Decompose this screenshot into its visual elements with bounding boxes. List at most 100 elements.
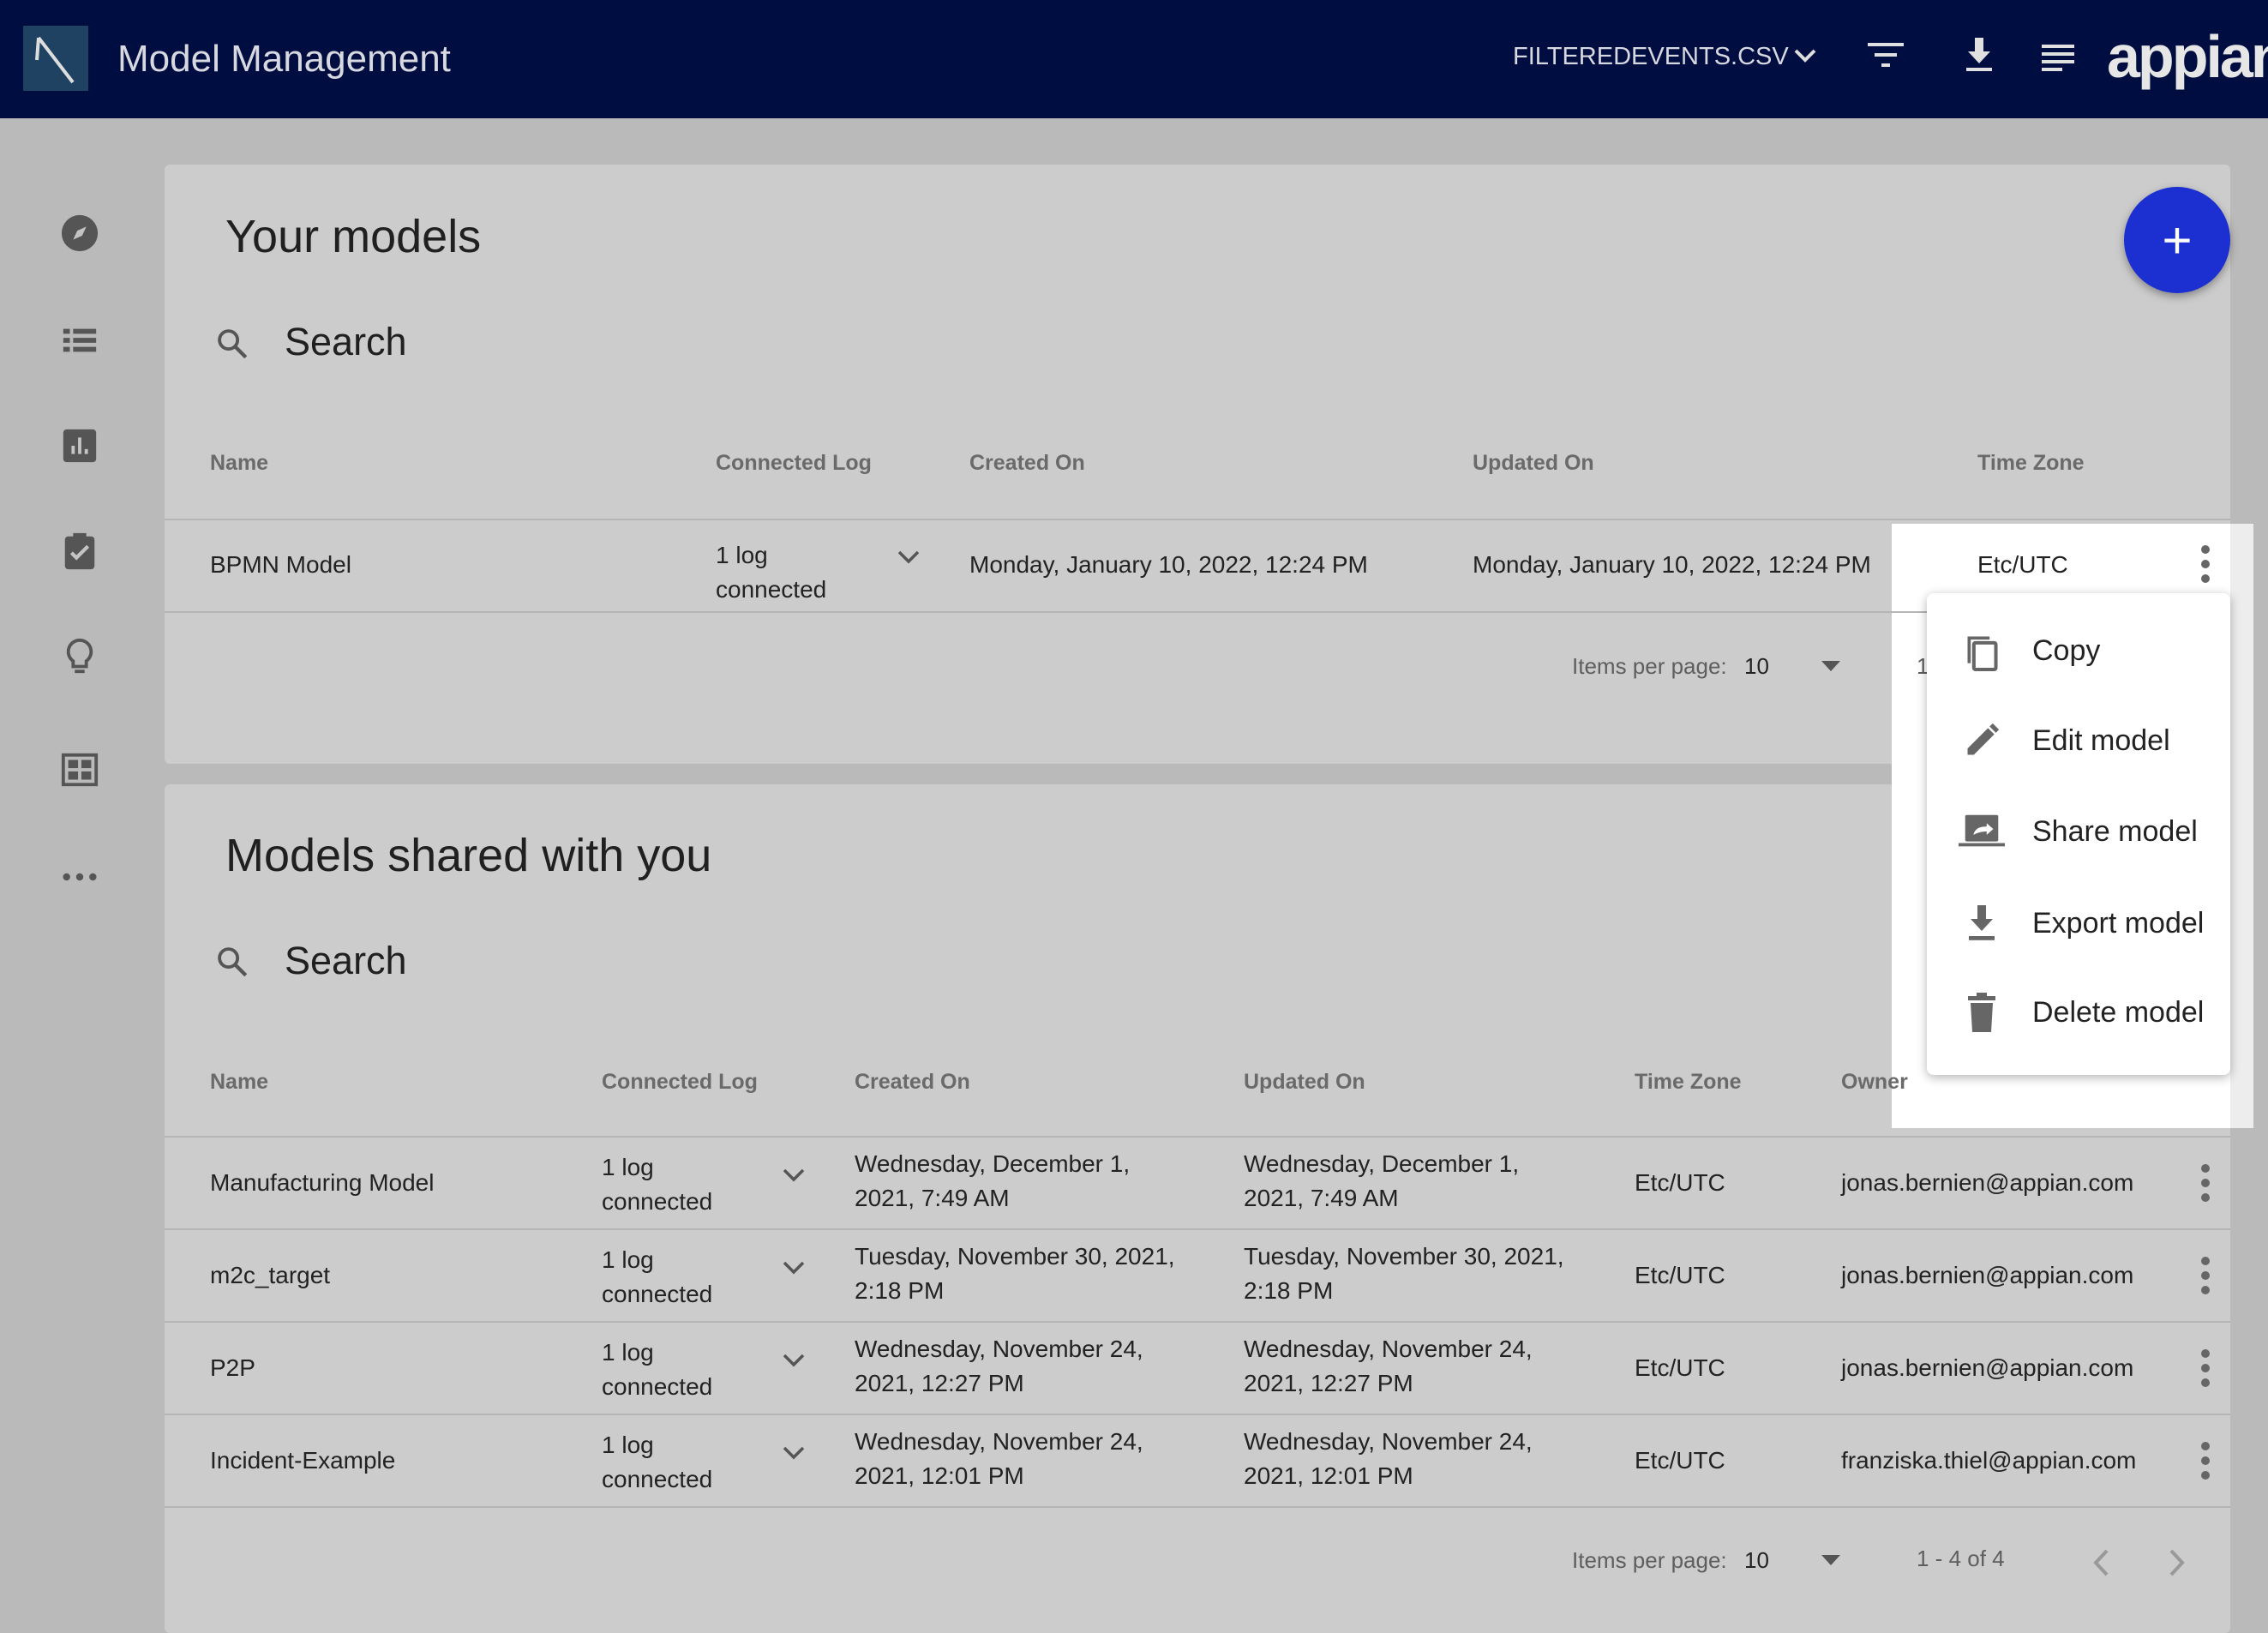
column-header-owner[interactable]: Owner	[1841, 1070, 1908, 1095]
pagination-range: 1 - 4 of 4	[1917, 1546, 2005, 1571]
column-header-name[interactable]: Name	[210, 1070, 268, 1095]
model-name[interactable]: BPMN Model	[210, 548, 351, 582]
menu-item-label: Delete model	[2032, 995, 2205, 1029]
menu-item-share-model[interactable]: Share model	[1927, 789, 2230, 874]
updated-on: Wednesday, November 24, 2021, 12:27 PM	[1244, 1332, 1533, 1401]
menu-item-label: Copy	[2032, 633, 2101, 667]
owner: jonas.bernien@appian.com	[1841, 1354, 2134, 1381]
more-vert-icon[interactable]	[2199, 1164, 2211, 1202]
app-title: Model Management	[117, 38, 451, 80]
column-header-name[interactable]: Name	[210, 451, 268, 476]
log-status: connected	[602, 1188, 713, 1215]
column-header-created-on[interactable]: Created On	[969, 451, 1085, 476]
app-logo[interactable]	[23, 26, 88, 91]
notes-icon[interactable]	[2042, 45, 2074, 72]
filter-icon[interactable]	[1868, 43, 1904, 69]
items-per-page-select[interactable]: 10	[1744, 653, 1769, 680]
column-header-connected-log[interactable]: Connected Log	[602, 1070, 758, 1095]
model-name[interactable]: P2P	[210, 1351, 255, 1385]
chevron-down-icon[interactable]	[782, 1445, 806, 1462]
column-header-created-on[interactable]: Created On	[855, 1070, 970, 1095]
created-time: 2021, 7:49 AM	[855, 1185, 1010, 1211]
created-on: Monday, January 10, 2022, 12:24 PM	[969, 551, 1368, 578]
divider	[165, 1414, 2230, 1415]
download-icon[interactable]	[1965, 38, 1994, 72]
updated-on: Tuesday, November 30, 2021, 2:18 PM	[1244, 1240, 1564, 1308]
items-per-page-select[interactable]: 10	[1744, 1547, 1769, 1574]
log-count: 1 log	[602, 1339, 654, 1366]
list-icon[interactable]	[60, 321, 99, 360]
log-status: connected	[602, 1281, 713, 1307]
more-vert-icon[interactable]	[2199, 1257, 2211, 1294]
owner: franziska.thiel@appian.com	[1841, 1447, 2137, 1474]
search-icon	[218, 329, 248, 359]
created-on: Wednesday, November 24, 2021, 12:01 PM	[855, 1425, 1143, 1493]
divider	[165, 611, 1927, 613]
created-date: Tuesday, November 30, 2021,	[855, 1243, 1175, 1270]
connected-log: 1 log connected	[602, 1243, 712, 1312]
menu-item-export-model[interactable]: Export model	[1927, 880, 2230, 966]
previous-page-icon[interactable]	[2091, 1548, 2110, 1577]
column-header-updated-on[interactable]: Updated On	[1473, 451, 1594, 476]
next-page-icon[interactable]	[2168, 1548, 2187, 1577]
updated-time: 2021, 7:49 AM	[1244, 1185, 1399, 1211]
time-zone: Etc/UTC	[1977, 551, 2068, 578]
chevron-down-icon[interactable]	[897, 549, 921, 567]
your-models-search-input[interactable]: Search	[285, 320, 407, 364]
chart-icon[interactable]	[60, 426, 99, 465]
time-zone: Etc/UTC	[1635, 1447, 1725, 1474]
model-name[interactable]: m2c_target	[210, 1258, 330, 1293]
updated-time: 2:18 PM	[1244, 1277, 1334, 1304]
divider	[165, 519, 2230, 520]
more-vert-icon[interactable]	[2199, 1349, 2211, 1387]
trash-icon	[1956, 993, 2007, 1032]
file-selector[interactable]: FILTEREDEVENTS.CSV	[1513, 43, 1789, 71]
column-header-connected-log[interactable]: Connected Log	[716, 451, 872, 476]
compass-icon[interactable]	[60, 213, 99, 253]
updated-on: Monday, January 10, 2022, 12:24 PM	[1473, 551, 1871, 578]
shared-models-search-input[interactable]: Search	[285, 939, 407, 983]
column-header-time-zone[interactable]: Time Zone	[1635, 1070, 1742, 1095]
log-count: 1 log	[602, 1432, 654, 1458]
chevron-down-icon[interactable]	[782, 1260, 806, 1277]
chevron-down-icon[interactable]	[782, 1168, 806, 1185]
updated-time: 2021, 12:01 PM	[1244, 1462, 1413, 1489]
created-time: 2:18 PM	[855, 1277, 945, 1304]
context-menu: Copy Edit model Share model Export model…	[1927, 593, 2230, 1075]
highlight-strip	[2230, 524, 2253, 1128]
owner: jonas.bernien@appian.com	[1841, 1262, 2134, 1288]
items-per-page-label: Items per page:	[1572, 653, 1727, 679]
lightbulb-icon[interactable]	[60, 637, 99, 676]
menu-item-label: Export model	[2032, 906, 2205, 940]
menu-item-copy[interactable]: Copy	[1927, 608, 2230, 693]
updated-date: Tuesday, November 30, 2021,	[1244, 1243, 1564, 1270]
model-name[interactable]: Incident-Example	[210, 1444, 395, 1478]
time-zone: Etc/UTC	[1635, 1169, 1725, 1196]
created-date: Wednesday, November 24,	[855, 1428, 1143, 1455]
chevron-down-icon[interactable]	[782, 1353, 806, 1370]
more-vert-icon[interactable]	[2199, 1442, 2211, 1480]
dropdown-arrow-icon[interactable]	[1821, 1555, 1840, 1565]
dropdown-arrow-icon[interactable]	[1821, 661, 1840, 671]
updated-date: Wednesday, November 24,	[1244, 1428, 1533, 1455]
log-count: 1 log	[716, 542, 768, 568]
more-vert-icon[interactable]	[2199, 545, 2211, 583]
menu-item-edit-model[interactable]: Edit model	[1927, 698, 2230, 783]
connected-log: 1 log connected	[716, 538, 826, 607]
clipboard-check-icon[interactable]	[60, 531, 99, 571]
chevron-down-icon[interactable]	[1793, 46, 1817, 65]
model-name[interactable]: Manufacturing Model	[210, 1166, 434, 1200]
created-on: Wednesday, December 1, 2021, 7:49 AM	[855, 1147, 1130, 1216]
dashboard-icon[interactable]	[60, 750, 99, 789]
connected-log: 1 log connected	[602, 1428, 712, 1497]
column-header-updated-on[interactable]: Updated On	[1244, 1070, 1365, 1095]
menu-item-delete-model[interactable]: Delete model	[1927, 970, 2230, 1055]
add-model-button[interactable]: +	[2124, 187, 2230, 293]
log-status: connected	[602, 1466, 713, 1492]
updated-on: Wednesday, November 24, 2021, 12:01 PM	[1244, 1425, 1533, 1493]
copy-icon	[1956, 630, 2007, 671]
updated-date: Wednesday, December 1,	[1244, 1150, 1520, 1177]
more-icon[interactable]	[60, 857, 99, 897]
column-header-time-zone[interactable]: Time Zone	[1977, 451, 2085, 476]
updated-on: Wednesday, December 1, 2021, 7:49 AM	[1244, 1147, 1519, 1216]
